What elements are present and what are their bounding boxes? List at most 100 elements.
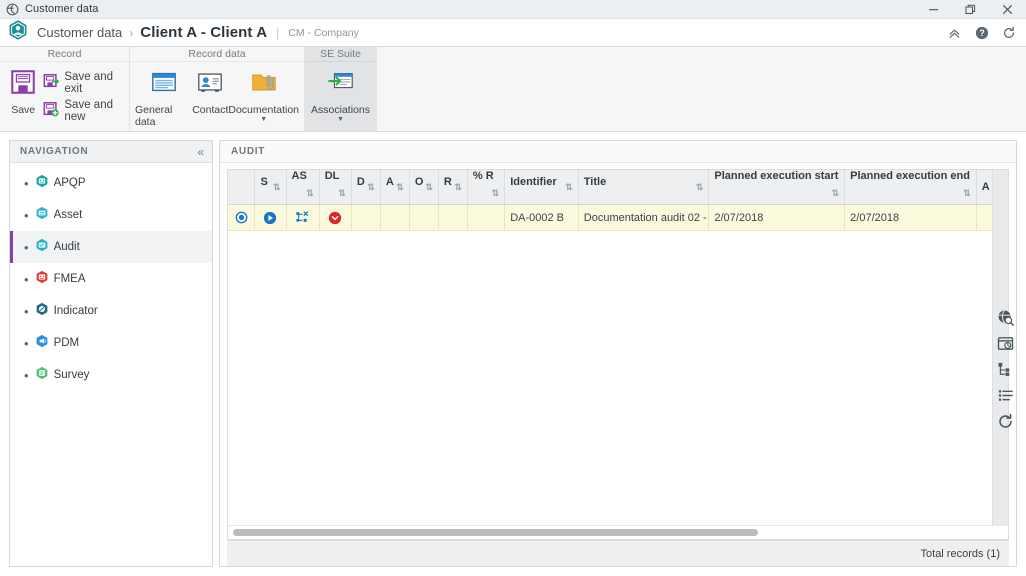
sidebar-item-indicator[interactable]: • Indicator [10, 295, 212, 327]
sidebar-item-label: APQP [53, 177, 86, 189]
fmea-hex-icon [35, 270, 49, 289]
sidebar-item-survey[interactable]: • Survey [10, 359, 212, 391]
sidebar-item-audit[interactable]: • Audit [10, 231, 212, 263]
row-workflow-icon[interactable] [286, 204, 320, 231]
row-deadline-alert-icon[interactable] [319, 204, 352, 231]
breadcrumb-separator: › [129, 25, 134, 40]
refresh-icon[interactable] [993, 408, 1017, 434]
save-floppy-icon [9, 68, 37, 101]
col-r[interactable]: R ⇅ [438, 170, 468, 205]
col-title[interactable]: Title ⇅ [578, 170, 710, 205]
sidebar-item-fmea[interactable]: • FMEA [10, 263, 212, 295]
col-a[interactable]: A ⇅ [380, 170, 410, 205]
help-icon[interactable]: ? [968, 19, 995, 47]
sort-icon[interactable]: ⇅ [696, 176, 704, 198]
breadcrumb-root[interactable]: Customer data [37, 25, 122, 40]
navigation-header: NAVIGATION « [10, 141, 212, 163]
sort-icon[interactable]: ⇅ [832, 182, 840, 204]
col-as[interactable]: AS ⇅ [286, 170, 320, 205]
col-label: Planned execution start [714, 170, 839, 182]
documentation-button[interactable]: Documentation ▼ [228, 66, 299, 123]
main-panel-title: AUDIT [231, 146, 266, 157]
col-identifier[interactable]: Identifier ⇅ [504, 170, 579, 205]
associations-chevron-down-icon[interactable]: ▼ [337, 116, 344, 123]
col-percent-r[interactable]: % R ⇅ [467, 170, 506, 205]
sidebar-item-pdm[interactable]: • PDM [10, 327, 212, 359]
save-and-exit-button[interactable]: Save and exit [41, 70, 124, 96]
collapse-ribbon-button[interactable] [941, 19, 968, 47]
hierarchy-tree-icon[interactable] [993, 356, 1017, 382]
sidebar-item-label: PDM [53, 337, 80, 349]
col-planned-end[interactable]: Planned execution end ⇅ [844, 170, 977, 205]
minimize-button[interactable] [915, 0, 952, 19]
sort-icon[interactable]: ⇅ [338, 182, 346, 204]
pdm-hex-icon [35, 334, 49, 353]
bullet: • [24, 335, 29, 351]
grid-vertical-scrollbar-thumb[interactable] [996, 172, 1006, 214]
general-data-icon [150, 68, 178, 101]
ribbon-toolbar: Record Save Save and exit Save and new R… [0, 47, 1026, 132]
col-dl[interactable]: DL ⇅ [319, 170, 352, 205]
save-button[interactable]: Save [5, 66, 41, 116]
col-planned-start[interactable]: Planned execution start ⇅ [708, 170, 846, 205]
row-status-play-circle-icon[interactable] [254, 204, 287, 231]
navigation-panel: NAVIGATION « • APQP • Asset • Audit • FM… [9, 140, 213, 567]
documentation-chevron-down-icon[interactable]: ▼ [260, 116, 267, 123]
list-view-icon[interactable] [993, 382, 1017, 408]
cell-a [380, 204, 410, 231]
table-row[interactable]: DA-0002 B Documentation audit 02 - B 2/0… [228, 204, 1008, 231]
total-records-label: Total records (1) [920, 547, 1000, 560]
indicator-hex-icon [35, 302, 49, 321]
sidebar-item-asset[interactable]: • Asset [10, 199, 212, 231]
grid-horizontal-scrollbar[interactable] [228, 525, 1008, 539]
associations-icon [327, 68, 355, 101]
page-header: Customer data › Client A - Client A | CM… [0, 19, 1026, 47]
associations-label: Associations [311, 104, 370, 116]
sort-icon[interactable]: ⇅ [492, 182, 500, 204]
sidebar-item-label: Asset [53, 209, 83, 221]
sort-icon[interactable]: ⇅ [306, 182, 314, 204]
main-panel-header: AUDIT [220, 141, 1016, 163]
sort-icon[interactable]: ⇅ [565, 176, 573, 198]
col-select[interactable] [228, 170, 256, 205]
associations-button[interactable]: Associations ▼ [310, 66, 371, 123]
navigation-collapse-button[interactable]: « [197, 146, 204, 158]
ribbon-group-title: SE Suite [305, 47, 376, 62]
audit-table: S ⇅ AS ⇅ DL ⇅ D ⇅ A ⇅ O ⇅ R ⇅ % R ⇅ Identifier ⇅ … [228, 170, 1008, 231]
bullet: • [24, 175, 29, 191]
bullet: • [24, 239, 29, 255]
col-d[interactable]: D ⇅ [351, 170, 381, 205]
sort-icon[interactable]: ⇅ [396, 176, 404, 198]
sort-icon[interactable]: ⇅ [425, 176, 433, 198]
sort-icon[interactable]: ⇅ [963, 182, 971, 204]
audit-hex-icon [35, 238, 49, 257]
navigation-list: • APQP • Asset • Audit • FMEA • Indicato… [10, 163, 212, 566]
restore-button[interactable] [952, 0, 989, 19]
save-and-new-label: Save and new [64, 99, 113, 123]
save-and-new-button[interactable]: Save and new [41, 98, 124, 124]
row-select-radio[interactable] [228, 204, 256, 231]
contact-button[interactable]: Contact [192, 66, 228, 116]
sort-icon[interactable]: ⇅ [367, 176, 375, 198]
history-window-icon[interactable] [993, 330, 1017, 356]
cell-r [438, 204, 468, 231]
grid-horizontal-scrollbar-thumb[interactable] [233, 529, 758, 536]
documentation-label: Documentation [228, 104, 299, 116]
header-subtitle: CM - Company [288, 26, 359, 39]
app-globe-icon [6, 3, 19, 16]
close-button[interactable] [989, 0, 1026, 19]
refresh-icon[interactable] [995, 19, 1022, 47]
grid-wrapper: S ⇅ AS ⇅ DL ⇅ D ⇅ A ⇅ O ⇅ R ⇅ % R ⇅ Identifier ⇅ … [220, 163, 1016, 566]
audit-grid: S ⇅ AS ⇅ DL ⇅ D ⇅ A ⇅ O ⇅ R ⇅ % R ⇅ Identifier ⇅ … [227, 169, 1009, 540]
ribbon-group-record-data: Record data General data Contact Documen… [130, 47, 305, 131]
sort-icon[interactable]: ⇅ [273, 176, 281, 198]
general-data-button[interactable]: General data [135, 66, 192, 128]
col-o[interactable]: O ⇅ [409, 170, 439, 205]
sidebar-item-apqp[interactable]: • APQP [10, 167, 212, 199]
contact-card-icon [196, 68, 224, 101]
ribbon-group-title: Record data [130, 47, 304, 62]
search-globe-icon[interactable] [993, 304, 1017, 330]
sort-icon[interactable]: ⇅ [454, 176, 462, 198]
col-s[interactable]: S ⇅ [254, 170, 287, 205]
navigation-title: NAVIGATION [20, 146, 89, 157]
